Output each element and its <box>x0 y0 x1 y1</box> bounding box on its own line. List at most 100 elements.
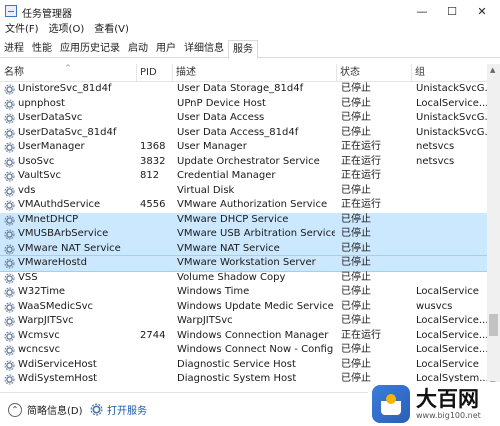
table-row[interactable]: VMAuthdService 4556 VMware Authorization S… <box>0 198 487 213</box>
tab-performance[interactable]: 性能 <box>28 40 56 57</box>
tab-processes[interactable]: 进程 <box>0 40 28 57</box>
cell-status: 已停止 <box>341 257 371 268</box>
table-row[interactable]: UserDataSvc_81d4f User Data Access_81d4f 已… <box>0 126 487 141</box>
fewer-details-label: 简略信息(D) <box>27 406 83 417</box>
table-row[interactable]: W32Time Windows Time 已停止 LocalService <box>0 285 487 300</box>
service-gear-icon <box>4 84 15 95</box>
scroll-up-icon[interactable]: ▲ <box>490 66 495 74</box>
table-row[interactable]: vds Virtual Disk 已停止 <box>0 184 487 199</box>
cell-status: 已停止 <box>341 358 371 370</box>
cell-pid: 812 <box>140 170 160 181</box>
table-row[interactable]: VMwareHostd VMware Workstation Server 已停止 <box>0 255 487 272</box>
service-gear-icon <box>4 243 15 255</box>
cell-name: VSS <box>18 271 38 283</box>
cell-desc: User Manager <box>177 141 247 152</box>
cell-group: LocalService... <box>416 315 487 326</box>
watermark-badge-icon <box>372 385 410 423</box>
close-button[interactable]: ✕ <box>467 2 497 20</box>
column-header-name[interactable]: 名称 <box>0 64 136 82</box>
cell-name: VMUSBArbService <box>18 228 109 239</box>
cell-group <box>416 169 487 184</box>
cell-name: Wcmsvc <box>18 329 60 341</box>
cell-status: 已停止 <box>341 286 371 297</box>
service-gear-icon <box>4 200 15 211</box>
cell-group: netsvcs <box>416 141 455 152</box>
cell-pid <box>140 82 172 97</box>
tab-startup[interactable]: 启动 <box>124 40 152 57</box>
service-gear-icon <box>4 113 15 124</box>
menu-bar: 文件(F) 选项(O) 查看(V) <box>0 22 500 38</box>
service-gear-icon <box>4 142 15 153</box>
table-row[interactable]: VSS Volume Shadow Copy 已停止 <box>0 271 487 286</box>
column-header-description[interactable]: 描述 <box>172 64 336 82</box>
cell-group <box>416 242 487 257</box>
table-body: UnistoreSvc_81d4f User Data Storage_81d4f… <box>0 82 487 387</box>
menu-file[interactable]: 文件(F) <box>0 22 44 38</box>
table-row[interactable]: VMnetDHCP VMware DHCP Service 已停止 <box>0 212 487 228</box>
cell-status: 已停止 <box>341 242 371 254</box>
cell-desc: Volume Shadow Copy <box>177 271 286 283</box>
cell-name: wcncsvc <box>18 344 61 355</box>
cell-status: 已停止 <box>341 213 371 225</box>
table-row[interactable]: upnphost UPnP Device Host 已停止 LocalService.… <box>0 97 487 112</box>
cell-status: 正在运行 <box>341 155 381 167</box>
service-gear-icon <box>4 374 15 385</box>
cell-desc: VMware Workstation Server <box>177 257 316 268</box>
table-row[interactable]: WarpJITSvc WarpJITSvc 已停止 LocalService... <box>0 314 487 329</box>
service-gear-icon <box>4 287 15 298</box>
service-gear-icon <box>4 359 15 371</box>
tab-details[interactable]: 详细信息 <box>180 40 228 57</box>
cell-desc: UPnP Device Host <box>177 97 266 109</box>
table-row[interactable]: WaaSMedicSvc Windows Update Medic Service… <box>0 300 487 315</box>
open-services-link[interactable]: 打开服务 <box>90 402 147 417</box>
tab-app-history[interactable]: 应用历史记录 <box>56 40 124 57</box>
cell-status: 已停止 <box>341 112 371 123</box>
table-row[interactable]: UnistoreSvc_81d4f User Data Storage_81d4f… <box>0 82 487 97</box>
column-header-group[interactable]: 组 <box>411 64 487 82</box>
column-header-pid[interactable]: PID <box>136 64 172 82</box>
table-row[interactable]: UserManager 1368 User Manager 正在运行 netsvcs <box>0 140 487 155</box>
table-row[interactable]: UsoSvc 3832 Update Orchestrator Service 正在运… <box>0 155 487 170</box>
cell-group: LocalService... <box>416 97 487 109</box>
table-row[interactable]: VMware NAT Service VMware NAT Service 已停止 <box>0 241 487 257</box>
cell-name: VaultSvc <box>18 170 61 181</box>
fewer-details-button[interactable]: ⌃ 简略信息(D) <box>8 402 83 417</box>
table-row[interactable]: UserDataSvc User Data Access 已停止 UnistackSv… <box>0 111 487 126</box>
cell-desc: Virtual Disk <box>177 184 235 196</box>
table-row[interactable]: VaultSvc 812 Credential Manager 正在运行 <box>0 169 487 184</box>
minimize-button[interactable]: — <box>407 2 437 20</box>
maximize-button[interactable]: ☐ <box>437 2 467 20</box>
service-gear-icon <box>4 185 15 197</box>
table-row[interactable]: VMUSBArbService VMware USB Arbitration Se… <box>0 227 487 242</box>
cell-pid <box>140 97 172 112</box>
cell-desc: User Data Access_81d4f <box>177 126 299 138</box>
cell-group: LocalService <box>416 358 479 370</box>
cell-desc: Windows Update Medic Service <box>177 300 334 312</box>
tab-users[interactable]: 用户 <box>152 40 180 57</box>
cell-group: LocalService... <box>416 344 487 355</box>
cell-pid <box>140 213 172 228</box>
tab-services[interactable]: 服务 <box>228 40 258 59</box>
cell-pid <box>140 314 172 329</box>
cell-status: 已停止 <box>341 184 371 196</box>
vertical-scrollbar[interactable]: ▲ ▼ <box>487 64 500 392</box>
cell-pid <box>140 227 172 242</box>
cell-group: netsvcs <box>416 155 455 167</box>
menu-options[interactable]: 选项(O) <box>44 22 90 38</box>
service-gear-icon <box>4 214 15 226</box>
cell-desc: VMware USB Arbitration Service <box>177 228 335 239</box>
cell-group: LocalService <box>416 286 479 297</box>
scrollbar-thumb[interactable] <box>489 314 498 336</box>
cell-name: WdiServiceHost <box>18 358 97 370</box>
service-gear-icon <box>4 156 15 168</box>
table-row[interactable]: Wcmsvc 2744 Windows Connection Manager 正在运行… <box>0 329 487 344</box>
table-row[interactable]: wcncsvc Windows Connect Now - Config R...… <box>0 343 487 358</box>
cell-status: 已停止 <box>341 315 371 326</box>
column-header-status[interactable]: 状态 <box>336 64 411 82</box>
cell-pid <box>140 343 172 358</box>
cell-pid <box>140 184 172 199</box>
cell-name: UserDataSvc <box>18 112 83 123</box>
table-row[interactable]: WdiServiceHost Diagnostic Service Host 已停止… <box>0 358 487 373</box>
cell-status: 已停止 <box>341 126 371 138</box>
menu-view[interactable]: 查看(V) <box>89 22 134 38</box>
